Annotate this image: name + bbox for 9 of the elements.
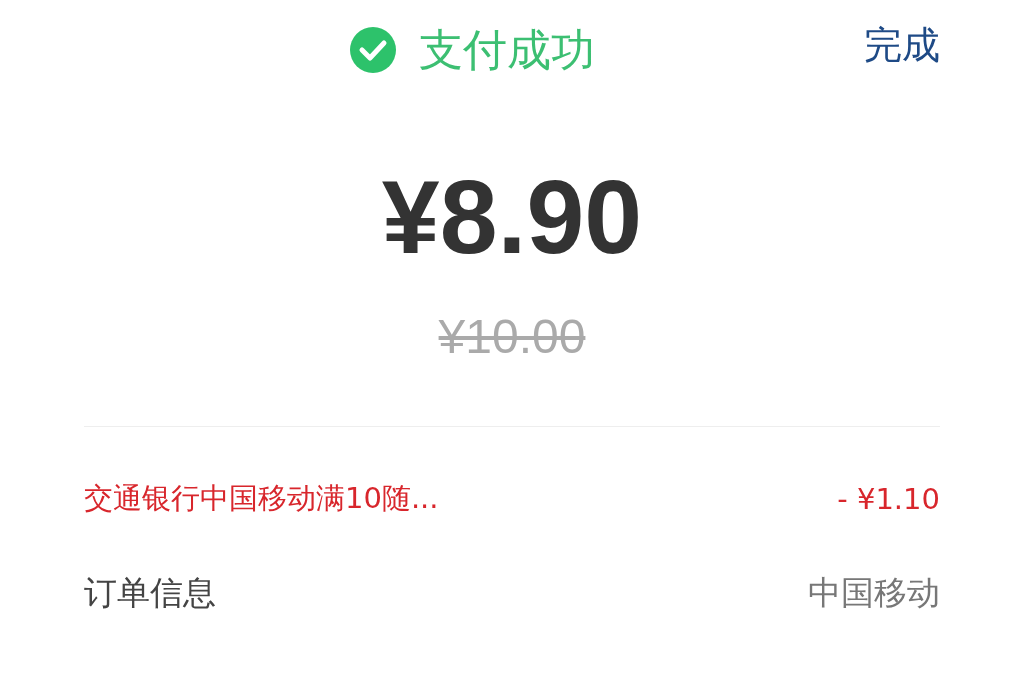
paid-amount: ¥8.90 xyxy=(380,165,644,269)
row-label: 订单信息 xyxy=(84,572,216,614)
discount-amount: - ¥1.10 xyxy=(837,482,940,516)
success-check-icon xyxy=(349,26,397,74)
done-button[interactable]: 完成 xyxy=(864,20,940,71)
row-value: 中国移动 xyxy=(808,572,940,614)
discount-label: 交通银行中国移动满10随... xyxy=(84,480,439,517)
payment-success-title: 支付成功 xyxy=(419,22,595,77)
original-price: ¥10.00 xyxy=(438,309,586,364)
